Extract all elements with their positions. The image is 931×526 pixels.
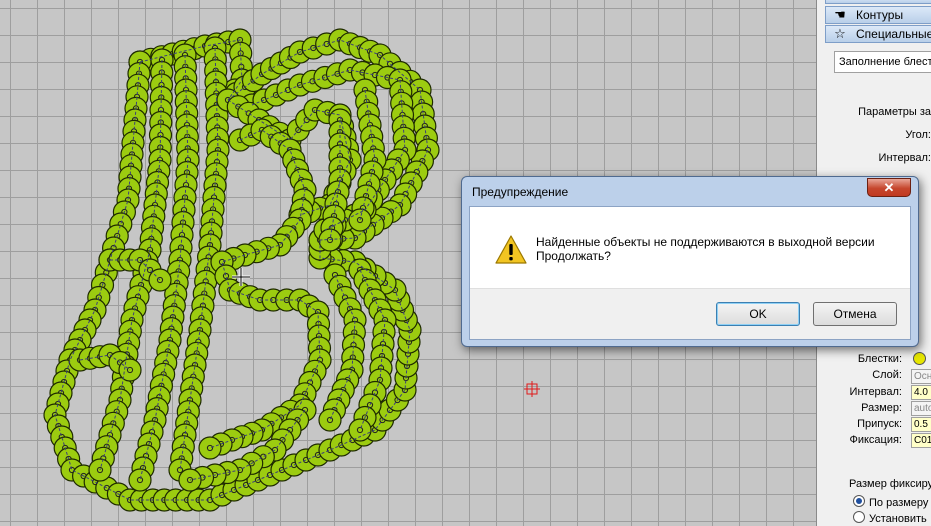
close-button[interactable]: ✕: [867, 178, 911, 197]
size-label: Размер:: [861, 402, 902, 414]
radio-selected-icon: [853, 495, 865, 507]
category-item-top[interactable]: [825, 0, 931, 4]
cancel-button[interactable]: Отмена: [813, 302, 897, 326]
angle-label: Угол:: [905, 129, 931, 141]
fix-size-option-2[interactable]: Установить: [853, 511, 927, 525]
message-line-2: Продолжать?: [536, 249, 611, 263]
sequin-shape-icon[interactable]: [913, 352, 926, 365]
params-section-label: Параметры за: [858, 106, 931, 118]
sequins-label: Блестки:: [857, 353, 902, 365]
hand-icon: ☚: [834, 7, 846, 22]
category-item-contours[interactable]: ☚ Контуры: [825, 6, 931, 24]
interval2-label: Интервал:: [849, 386, 902, 398]
radio-icon: [853, 511, 865, 523]
allowance-field[interactable]: 0.5: [911, 417, 931, 432]
category-label: Специальные: [856, 27, 931, 41]
allowance-label: Припуск:: [857, 418, 902, 430]
message-line-1: Найденные объекты не поддерживаются в вы…: [536, 235, 875, 249]
dialog-footer: OK Отмена: [470, 288, 910, 339]
interval-field[interactable]: 4.0: [911, 385, 931, 400]
category-label: Контуры: [856, 8, 904, 22]
fill-type-select[interactable]: Заполнение блестками: [834, 51, 931, 73]
fix-field[interactable]: C01: [911, 433, 931, 448]
dialog-title: Предупреждение: [472, 185, 569, 199]
dialog-body: Найденные объекты не поддерживаются в вы…: [469, 206, 911, 340]
dialog-message: Найденные объекты не поддерживаются в вы…: [536, 235, 875, 263]
interval-label: Интервал:: [878, 152, 931, 164]
category-item-special[interactable]: ☆ Специальные: [825, 25, 931, 43]
fix-size-option-1[interactable]: По размеру б: [853, 495, 931, 509]
warning-dialog: Предупреждение ✕ Найденные объекты не по…: [461, 176, 919, 347]
star-icon: ☆: [834, 26, 846, 41]
layer-field[interactable]: Осн: [911, 369, 931, 384]
origin-marker-icon: [524, 381, 540, 397]
layer-label: Слой:: [872, 369, 902, 381]
fix-size-label: Размер фиксиру: [849, 478, 931, 490]
fix-label: Фиксация:: [849, 434, 902, 446]
ok-button[interactable]: OK: [716, 302, 800, 326]
size-field[interactable]: auto: [911, 401, 931, 416]
warning-icon: [495, 235, 527, 264]
